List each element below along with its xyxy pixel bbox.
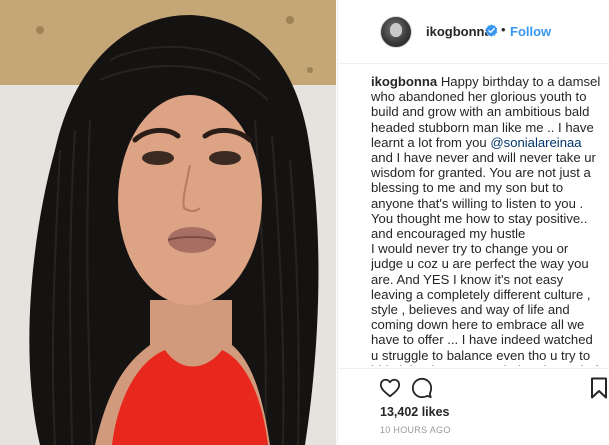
header-username[interactable]: ikogbonna [426,24,492,39]
likes-count[interactable]: 13,402 likes [380,405,450,419]
lips [168,227,216,253]
follow-button[interactable]: Follow [510,24,551,39]
post-side-panel: ikogbonna • Follow ikogbonna Happy birth… [337,0,609,445]
verified-badge-icon [485,24,498,37]
heart-icon[interactable] [379,377,401,399]
caption-paragraph-2: I would never try to change you or judge… [371,241,598,366]
portrait-illustration [0,0,336,445]
caption-text-2: and I have never and will never take ur … [371,150,596,242]
post-actions: 13,402 likes 10 HOURS AGO [338,368,609,445]
face [118,95,262,305]
avatar[interactable] [380,16,412,48]
post-header: ikogbonna • Follow [338,0,609,64]
post-caption: ikogbonna Happy birthday to a damsel who… [371,74,603,366]
caption-paragraph-1: ikogbonna Happy birthday to a damsel who… [371,74,603,241]
post-photo[interactable] [0,0,336,445]
instagram-post-frame: ikogbonna • Follow ikogbonna Happy birth… [0,0,609,445]
header-separator: • [501,22,506,37]
caption-mention[interactable]: @sonialareinaa [490,135,581,150]
post-timestamp[interactable]: 10 HOURS AGO [380,425,451,435]
caption-username[interactable]: ikogbonna [371,74,437,89]
bookmark-icon[interactable] [590,377,608,399]
comment-icon[interactable] [411,377,433,399]
